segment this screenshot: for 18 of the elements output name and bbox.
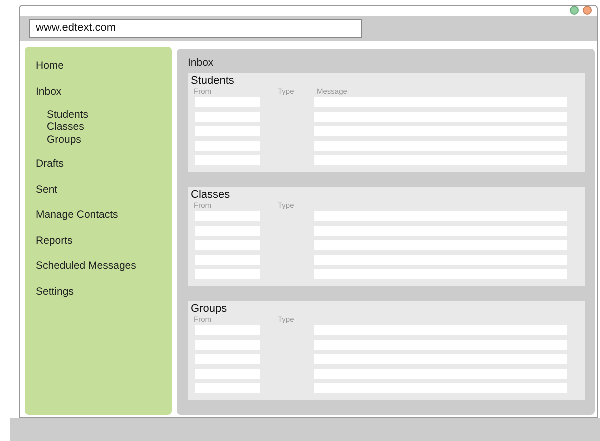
section-title: Students bbox=[191, 75, 234, 87]
sidebar-subitem[interactable]: Classes bbox=[47, 121, 172, 134]
sidebar-item[interactable]: Drafts bbox=[36, 158, 64, 170]
sidebar-subitem[interactable]: Groups bbox=[47, 134, 172, 146]
sidebar-item[interactable]: Settings bbox=[36, 286, 74, 298]
sidebar-item[interactable]: Sent bbox=[36, 184, 58, 196]
close-icon[interactable] bbox=[583, 6, 592, 16]
section-title: Groups bbox=[191, 303, 228, 315]
sidebar-subitem[interactable]: Students bbox=[47, 108, 172, 121]
sidebar-item[interactable]: Reports bbox=[36, 234, 73, 246]
sidebar-item[interactable]: Scheduled Messages bbox=[36, 260, 136, 272]
sidebar-item[interactable]: Home bbox=[36, 60, 64, 72]
sidebar-item[interactable]: Inbox bbox=[36, 86, 62, 98]
maximize-icon[interactable] bbox=[570, 6, 579, 16]
panel-title: Inbox bbox=[188, 57, 214, 69]
section-title: Classes bbox=[191, 189, 230, 201]
address-field[interactable]: www.edtext.com bbox=[29, 18, 362, 38]
sidebar-item[interactable]: Manage Contacts bbox=[36, 209, 118, 221]
